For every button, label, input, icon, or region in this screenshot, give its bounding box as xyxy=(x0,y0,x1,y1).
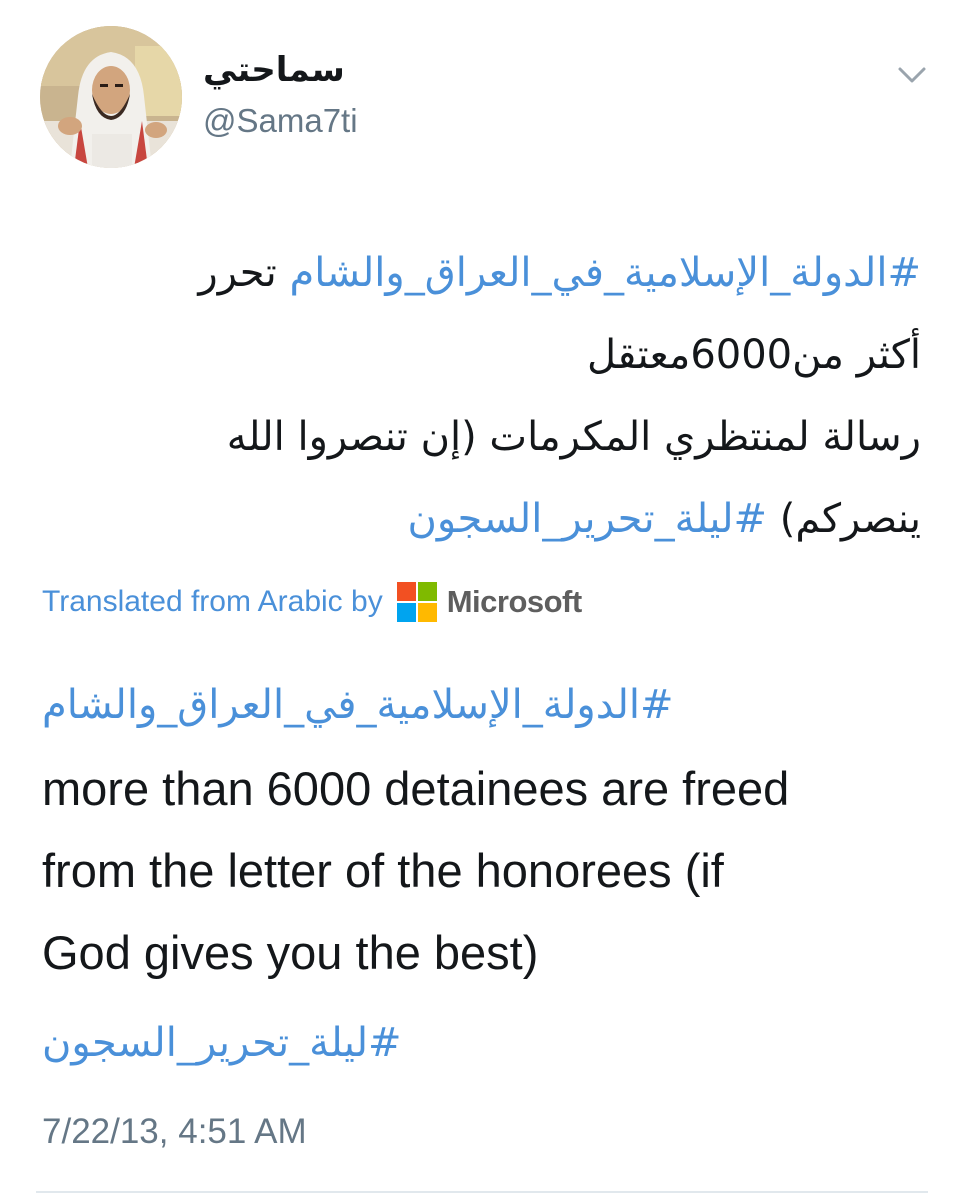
user-handle[interactable]: @Sama7ti xyxy=(203,102,358,140)
hashtag-link[interactable]: #الدولة_الإسلامية_في_العراق_والشام xyxy=(289,250,921,296)
tweet-timestamp[interactable]: 7/22/13, 4:51 AM xyxy=(42,1112,307,1152)
translated-text: #الدولة_الإسلامية_في_العراق_والشام more … xyxy=(42,662,932,1086)
translation-line: more than 6000 detainees are freed xyxy=(42,762,790,815)
tweet-line-2: أكثر من6000معتقل xyxy=(586,332,921,378)
avatar[interactable] xyxy=(40,26,182,168)
translation-banner[interactable]: Translated from Arabic by Microsoft xyxy=(42,580,582,624)
hashtag-link[interactable]: #ليلة_تحرير_السجون xyxy=(408,496,768,542)
tweet-line-3: رسالة لمنتظري المكرمات (إن تنصروا الله xyxy=(226,414,921,460)
tweet-line-4-text: ينصركم) xyxy=(767,496,921,542)
chevron-down-icon[interactable] xyxy=(892,60,932,90)
microsoft-logo-icon xyxy=(396,582,437,622)
translation-line: from the letter of the honorees (if xyxy=(42,844,724,897)
translated-label: Translated from Arabic by xyxy=(42,585,383,618)
hashtag-link[interactable]: #الدولة_الإسلامية_في_العراق_والشام xyxy=(42,662,932,748)
display-name[interactable]: سماحتي xyxy=(203,50,345,90)
translation-provider: Microsoft xyxy=(446,584,583,619)
tweet-text: #الدولة_الإسلامية_في_العراق_والشام تحرر … xyxy=(41,232,921,560)
tweet-line-4: ينصركم) #ليلة_تحرير_السجون xyxy=(41,478,921,560)
avatar-image xyxy=(40,26,182,168)
tweet-header: سماحتي @Sama7ti xyxy=(40,26,930,171)
tweet-card: سماحتي @Sama7ti #الدولة_الإسلامية_في_الع… xyxy=(0,0,963,1200)
tweet-line-1: #الدولة_الإسلامية_في_العراق_والشام تحرر xyxy=(41,232,921,314)
divider xyxy=(36,1191,928,1193)
tweet-line-1-text: تحرر xyxy=(198,250,290,296)
translation-line: God gives you the best) xyxy=(42,926,539,979)
hashtag-link[interactable]: #ليلة_تحرير_السجون xyxy=(42,1000,932,1086)
